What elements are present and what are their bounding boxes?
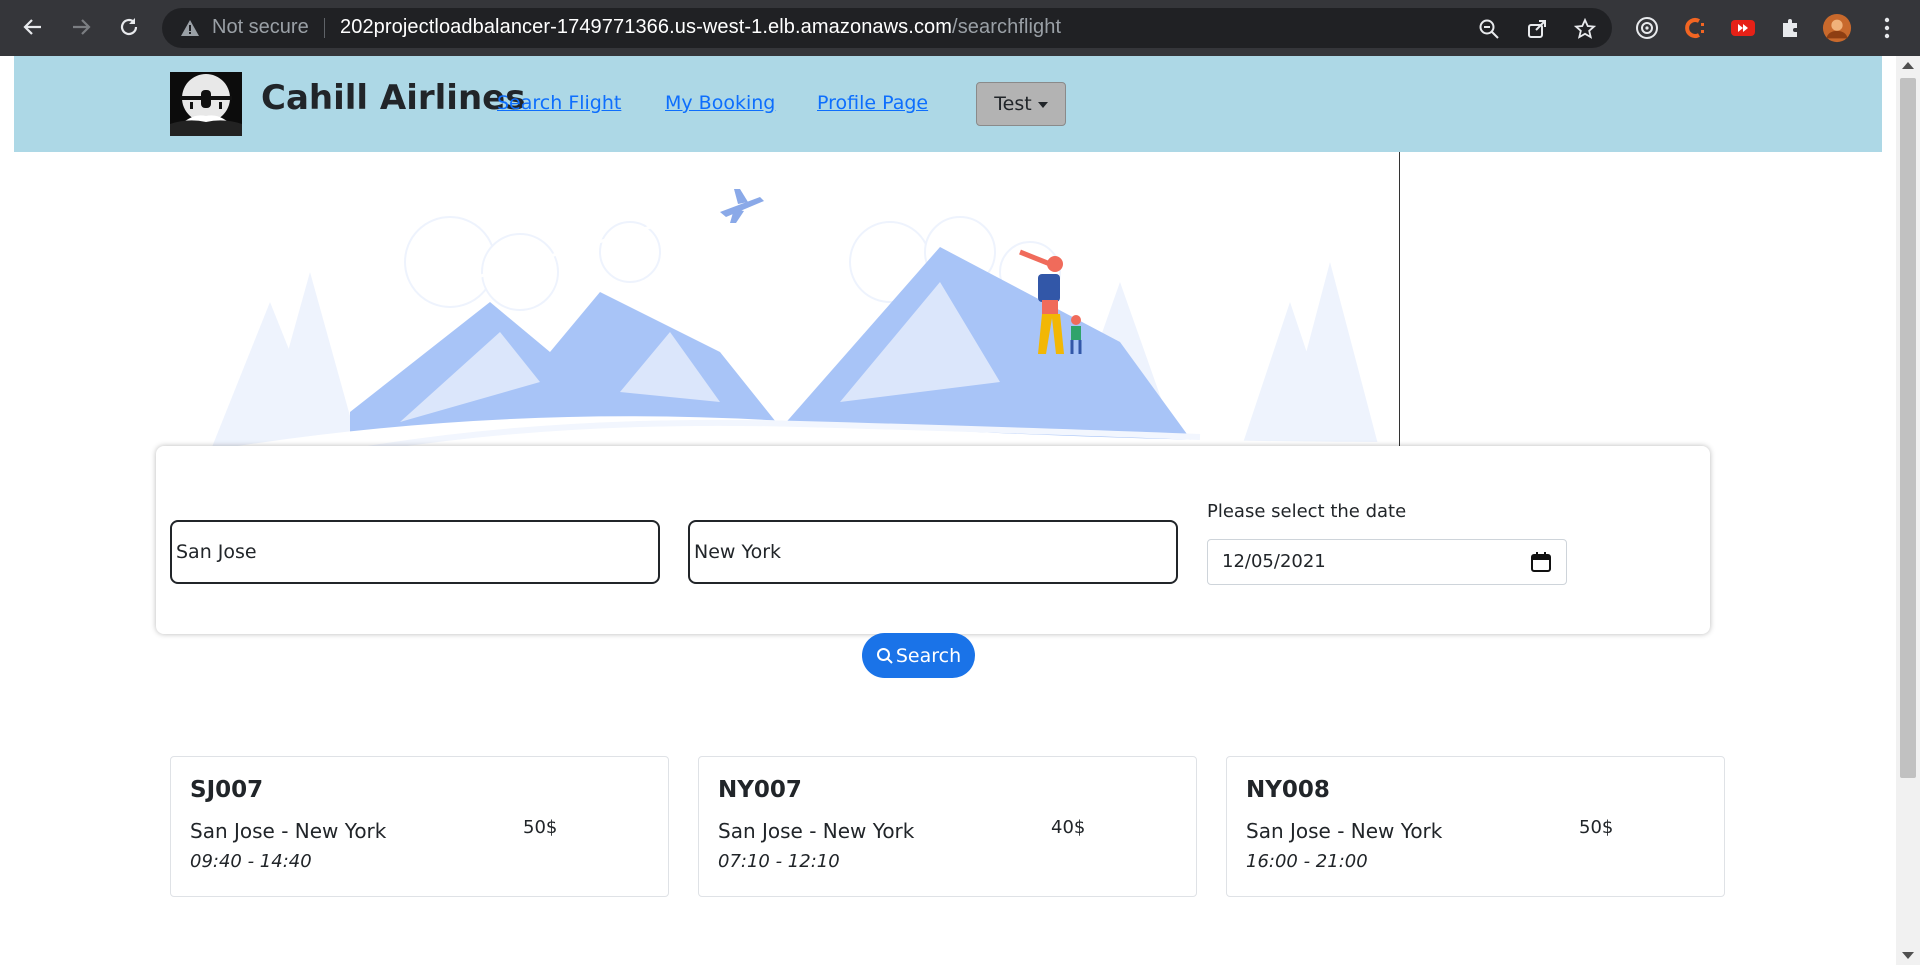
vertical-divider [1399, 152, 1400, 446]
brand-title: Cahill Airlines [261, 78, 526, 118]
security-label[interactable]: Not secure [212, 16, 309, 39]
flight-code: NY007 [718, 777, 802, 803]
address-bar[interactable]: Not secure 202projectloadbalancer-174977… [162, 8, 1612, 48]
url-host: 202projectloadbalancer-1749771366.us-wes… [340, 16, 953, 38]
site-header: Cahill Airlines Search Flight My Booking… [14, 56, 1882, 152]
nav-my-booking[interactable]: My Booking [665, 92, 775, 114]
address-divider [324, 18, 325, 38]
nav-search-flight[interactable]: Search Flight [497, 92, 621, 114]
scroll-up-icon[interactable] [1902, 62, 1914, 69]
flight-time: 07:10 - 12:10 [718, 851, 840, 872]
date-input[interactable]: 12/05/2021 [1207, 539, 1567, 585]
zoom-out-icon[interactable] [1478, 18, 1500, 40]
browser-toolbar: Not secure 202projectloadbalancer-174977… [0, 0, 1920, 56]
arrow-left-icon [23, 19, 41, 35]
scrollbar-thumb[interactable] [1900, 78, 1916, 778]
flight-route: San Jose - New York [1246, 819, 1443, 843]
search-button-label: Search [895, 644, 962, 667]
caret-down-icon [1037, 102, 1048, 108]
flight-card[interactable]: NY007 San Jose - New York 40$ 07:10 - 12… [698, 756, 1197, 897]
search-icon [876, 647, 893, 664]
hero-illustration [200, 189, 1400, 452]
extension-c-icon[interactable] [1680, 13, 1710, 43]
extensions-puzzle-icon[interactable] [1776, 13, 1806, 43]
origin-input[interactable] [170, 520, 660, 584]
search-button[interactable]: Search [862, 633, 975, 678]
flight-card[interactable]: SJ007 San Jose - New York 50$ 09:40 - 14… [170, 756, 669, 897]
user-menu-label: Test [994, 93, 1032, 115]
airline-logo [170, 72, 242, 136]
browser-menu-icon[interactable] [1872, 13, 1902, 43]
flight-code: SJ007 [190, 777, 264, 803]
extension-video-icon[interactable] [1728, 13, 1758, 43]
reload-icon [120, 18, 138, 36]
extension-radar-icon[interactable] [1632, 13, 1662, 43]
flight-price: 50$ [1579, 817, 1614, 838]
nav-profile-page[interactable]: Profile Page [817, 92, 928, 114]
date-label: Please select the date [1207, 501, 1407, 522]
scroll-down-icon[interactable] [1902, 952, 1914, 959]
flight-route: San Jose - New York [718, 819, 915, 843]
flight-time: 16:00 - 21:00 [1246, 851, 1368, 872]
page-viewport: Cahill Airlines Search Flight My Booking… [0, 56, 1920, 965]
date-value: 12/05/2021 [1222, 551, 1326, 572]
flight-code: NY008 [1246, 777, 1330, 803]
destination-input[interactable] [688, 520, 1178, 584]
url-path: /searchflight [952, 16, 1062, 38]
forward-button[interactable] [66, 12, 96, 42]
share-icon[interactable] [1526, 18, 1548, 40]
flight-price: 40$ [1051, 817, 1086, 838]
flight-card[interactable]: NY008 San Jose - New York 50$ 16:00 - 21… [1226, 756, 1725, 897]
page-scrollbar[interactable] [1896, 56, 1920, 965]
flight-price: 50$ [523, 817, 558, 838]
calendar-icon[interactable] [1530, 551, 1552, 573]
warning-icon[interactable] [180, 18, 200, 42]
url-text[interactable]: 202projectloadbalancer-1749771366.us-wes… [340, 16, 1061, 39]
search-card: Please select the date 12/05/2021 [156, 446, 1710, 634]
flight-route: San Jose - New York [190, 819, 387, 843]
flight-time: 09:40 - 14:40 [190, 851, 312, 872]
user-menu-button[interactable]: Test [976, 82, 1066, 126]
reload-button[interactable] [114, 12, 144, 42]
star-icon[interactable] [1574, 18, 1596, 40]
profile-avatar-icon[interactable] [1822, 13, 1852, 43]
arrow-right-icon [73, 19, 91, 35]
back-button[interactable] [18, 12, 48, 42]
